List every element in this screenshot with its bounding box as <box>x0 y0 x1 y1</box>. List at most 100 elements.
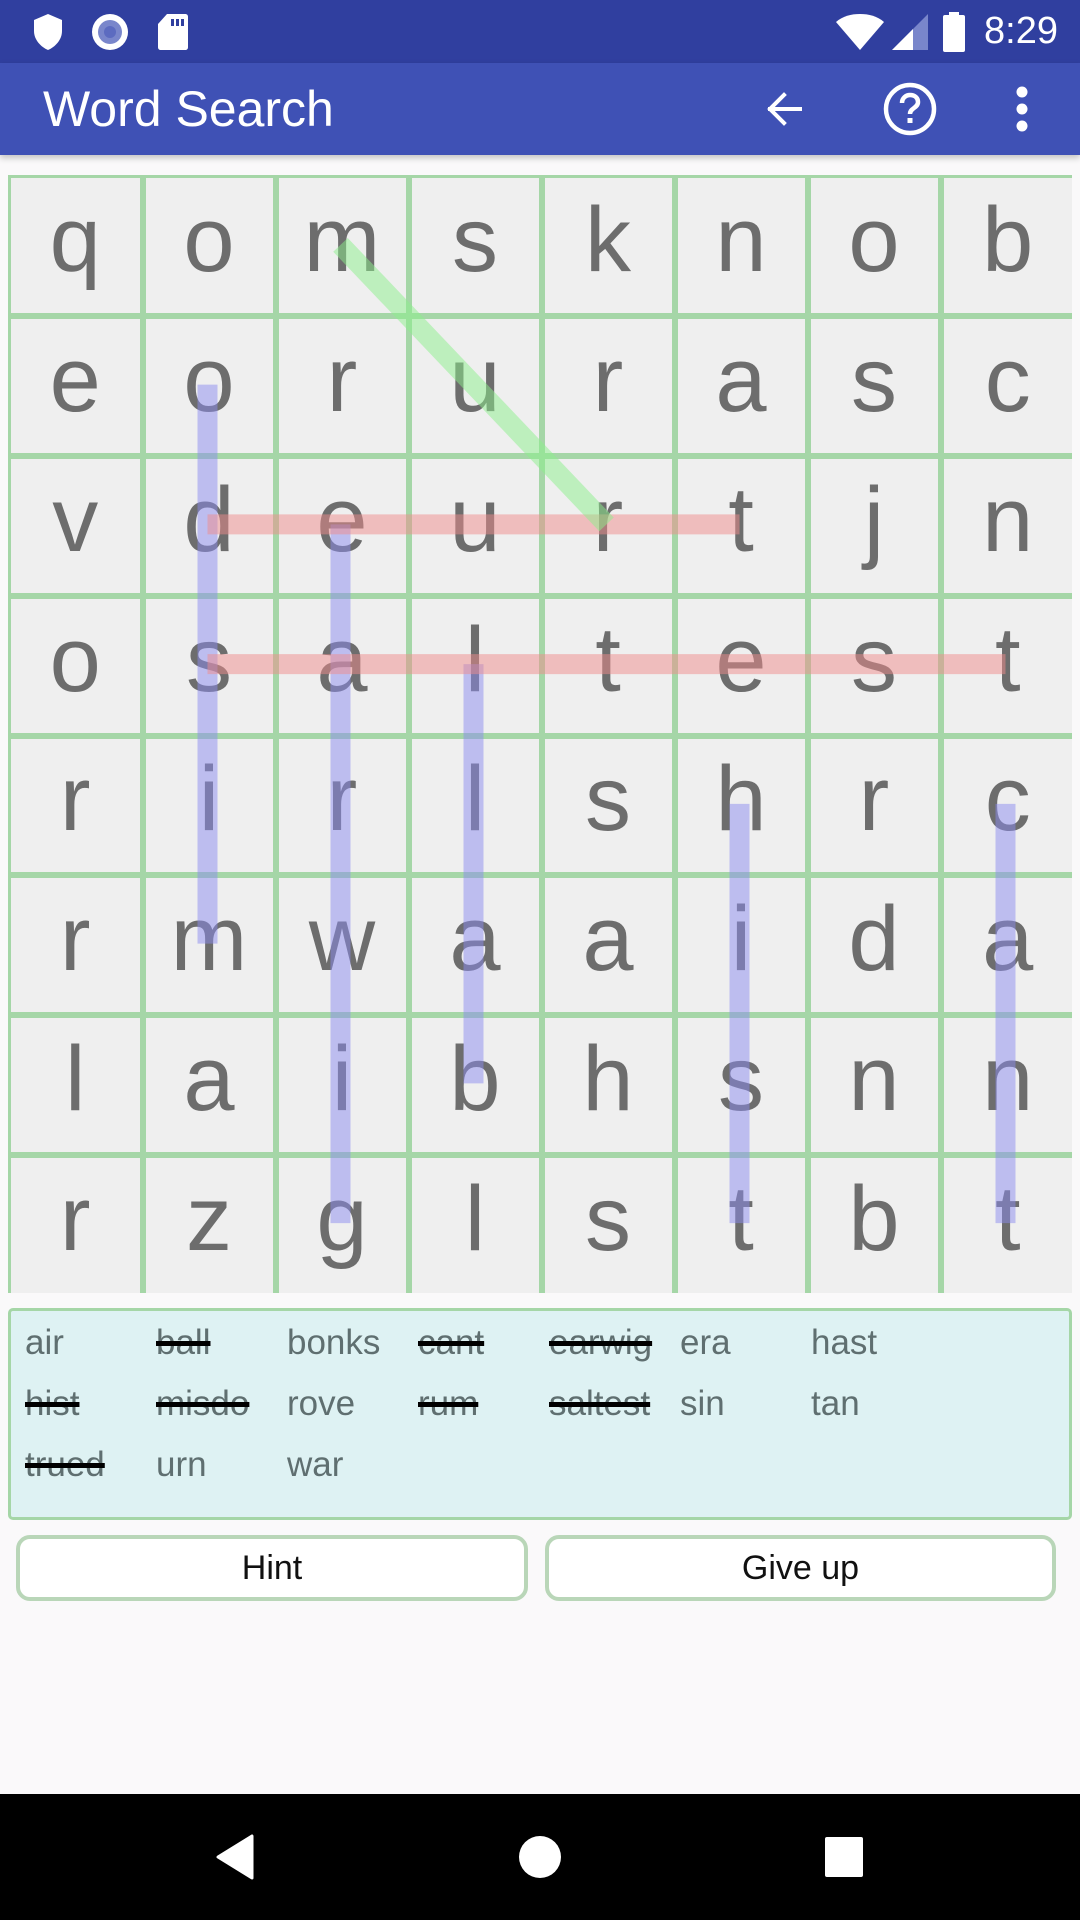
grid-cell[interactable]: s <box>145 598 273 733</box>
grid-cell[interactable]: h <box>677 738 805 873</box>
grid-cell[interactable]: d <box>810 878 938 1012</box>
grid-cell[interactable]: n <box>810 1018 938 1152</box>
grid-cell[interactable]: v <box>11 459 140 593</box>
word-list-item: misdo <box>156 1384 250 1423</box>
grid-cell[interactable]: s <box>677 1018 805 1152</box>
grid-cell[interactable]: a <box>943 878 1072 1012</box>
grid-cell[interactable]: s <box>411 178 539 314</box>
word-list-item: hast <box>811 1323 878 1362</box>
grid-cell[interactable]: h <box>544 1018 672 1152</box>
grid-cell[interactable]: e <box>677 598 805 733</box>
grid-cell[interactable]: s <box>544 1157 672 1293</box>
grid-cell[interactable]: l <box>411 1157 539 1293</box>
grid-cell[interactable]: b <box>943 178 1072 314</box>
nav-home-button[interactable] <box>480 1794 600 1920</box>
grid-cell[interactable]: r <box>11 738 140 873</box>
word-list-item: rum <box>418 1384 479 1423</box>
grid-cell[interactable]: o <box>11 598 140 733</box>
grid-cell[interactable]: e <box>278 459 406 593</box>
grid-cell[interactable]: j <box>810 459 938 593</box>
grid-cell[interactable]: r <box>11 878 140 1012</box>
grid-cell[interactable]: w <box>278 878 406 1012</box>
word-list-item: cant <box>418 1323 485 1362</box>
grid-letter: l <box>464 748 486 851</box>
grid-letter: h <box>582 1027 634 1130</box>
grid-cell[interactable]: i <box>145 738 273 873</box>
grid-letter: e <box>715 608 767 711</box>
back-button[interactable] <box>752 77 816 141</box>
grid-cell[interactable]: t <box>943 1157 1072 1293</box>
grid-cell[interactable]: t <box>943 598 1072 733</box>
grid-cell[interactable]: m <box>278 178 406 314</box>
grid-letter: e <box>49 329 101 432</box>
grid-cell[interactable]: q <box>11 178 140 314</box>
grid-cell[interactable]: o <box>145 319 273 453</box>
grid-cell[interactable]: r <box>810 738 938 873</box>
grid-cell[interactable]: l <box>411 598 539 733</box>
grid-letter: r <box>858 748 890 851</box>
grid-cell[interactable]: l <box>411 738 539 873</box>
grid-cell[interactable]: l <box>11 1018 140 1152</box>
grid-cell[interactable]: n <box>943 459 1072 593</box>
grid-cell[interactable]: a <box>677 319 805 453</box>
grid-cell[interactable]: a <box>145 1018 273 1152</box>
nav-recents-button[interactable] <box>784 1794 904 1920</box>
grid-cell[interactable]: s <box>544 738 672 873</box>
grid-cell[interactable]: c <box>943 319 1072 453</box>
grid-letter: z <box>186 1168 232 1271</box>
grid-cell[interactable]: u <box>411 459 539 593</box>
grid-cell[interactable]: b <box>810 1157 938 1293</box>
grid-cell[interactable]: a <box>411 878 539 1012</box>
letter-grid[interactable]: qomsknobeorurascvdeurtjnosaltestrirlshrc… <box>8 175 1072 1293</box>
grid-letter: q <box>49 188 101 291</box>
grid-letter: c <box>984 329 1031 432</box>
grid-cell[interactable]: a <box>544 878 672 1012</box>
nav-back-button[interactable] <box>176 1794 296 1920</box>
grid-letter: m <box>170 888 248 991</box>
more-options-button[interactable] <box>990 77 1054 141</box>
grid-cell[interactable]: s <box>810 319 938 453</box>
grid-cell[interactable]: t <box>677 1157 805 1293</box>
grid-cell[interactable]: z <box>145 1157 273 1293</box>
grid-letter: j <box>863 468 885 571</box>
help-button[interactable] <box>878 77 942 141</box>
grid-cell[interactable]: s <box>810 598 938 733</box>
grid-cell[interactable]: n <box>943 1018 1072 1152</box>
grid-cell[interactable]: b <box>411 1018 539 1152</box>
status-bar: 8:29 <box>0 0 1080 63</box>
grid-cell[interactable]: u <box>411 319 539 453</box>
grid-letter: n <box>982 468 1034 571</box>
grid-cell[interactable]: n <box>677 178 805 314</box>
grid-cell[interactable]: t <box>677 459 805 593</box>
grid-cell[interactable]: o <box>810 178 938 314</box>
grid-cell[interactable]: i <box>677 878 805 1012</box>
grid-letter: b <box>449 1027 501 1130</box>
grid-cell[interactable]: c <box>943 738 1072 873</box>
grid-letter: l <box>464 1168 486 1271</box>
grid-cell[interactable]: t <box>544 598 672 733</box>
grid-cell[interactable]: o <box>145 178 273 314</box>
word-list-item: ball <box>156 1323 211 1362</box>
grid-letter: t <box>728 468 754 571</box>
grid-cell[interactable]: e <box>11 319 140 453</box>
grid-letter: s <box>851 608 897 711</box>
grid-letter: n <box>848 1027 900 1130</box>
grid-cell[interactable]: r <box>278 738 406 873</box>
grid-letter: a <box>715 329 767 432</box>
hint-button[interactable]: Hint <box>16 1535 528 1601</box>
grid-cell[interactable]: r <box>11 1157 140 1293</box>
give-up-button[interactable]: Give up <box>545 1535 1056 1601</box>
grid-cell[interactable]: m <box>145 878 273 1012</box>
grid-cell[interactable]: r <box>544 319 672 453</box>
grid-cell[interactable]: i <box>278 1018 406 1152</box>
grid-letter: d <box>848 888 900 991</box>
grid-letter: s <box>585 748 631 851</box>
grid-cell[interactable]: k <box>544 178 672 314</box>
grid-letter: m <box>303 188 381 291</box>
grid-cell[interactable]: d <box>145 459 273 593</box>
grid-cell[interactable]: r <box>278 319 406 453</box>
grid-cell[interactable]: g <box>278 1157 406 1293</box>
grid-cell[interactable]: a <box>278 598 406 733</box>
grid-cell[interactable]: r <box>544 459 672 593</box>
word-list-item: air <box>25 1323 64 1362</box>
